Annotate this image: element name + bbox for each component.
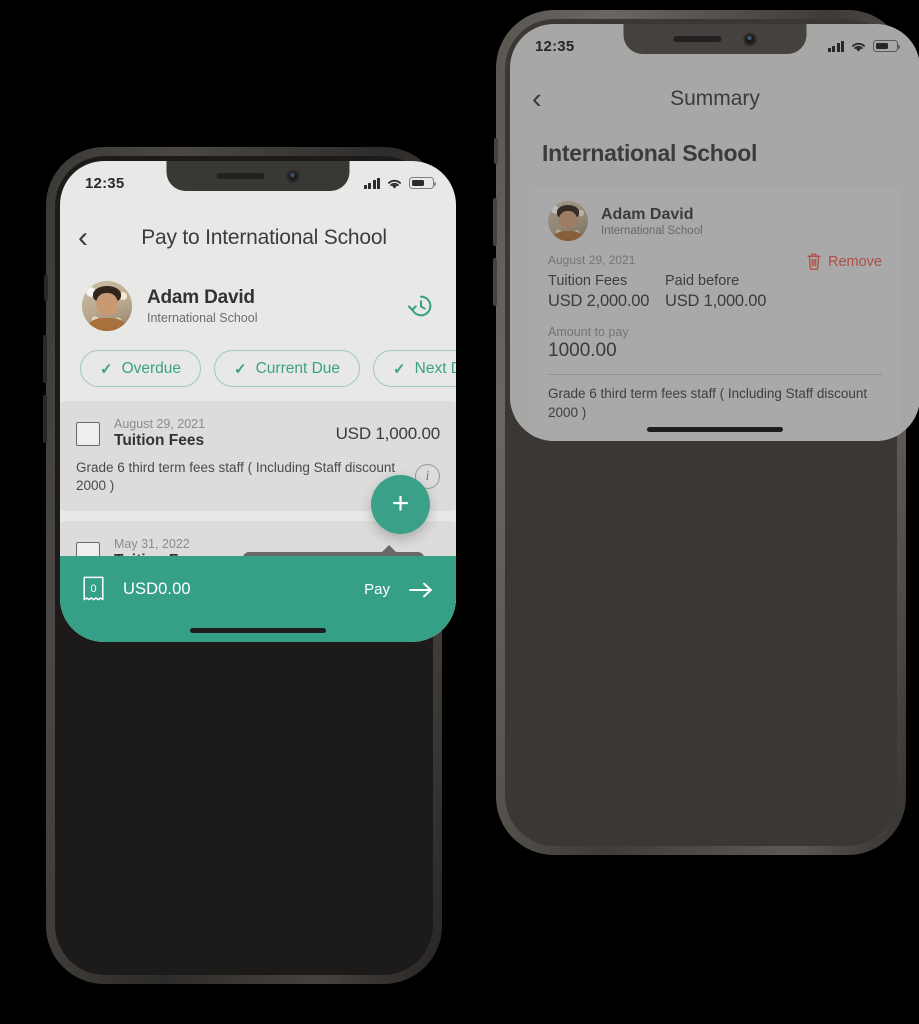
plus-icon: +: [391, 487, 410, 521]
avatar: [548, 201, 588, 241]
phone-right-summary: 12:35 ‹ Summary International School Ada…: [493, 10, 919, 855]
fee-header: August 29, 2021 Tuition Fees USD 1,000.0…: [76, 417, 440, 450]
left-nav-bar: ‹ Pay to International School: [60, 205, 456, 271]
fee-description: Grade 6 third term fees staff ( Includin…: [76, 460, 396, 494]
fee-date: August 29, 2021: [114, 417, 206, 431]
filter-chip-current-due[interactable]: ✓ Current Due: [214, 350, 361, 387]
volume-down-button[interactable]: [493, 258, 497, 306]
wifi-icon: [388, 179, 401, 189]
arrow-right-icon[interactable]: [408, 580, 434, 600]
fee-name: Tuition Fees: [114, 432, 205, 449]
avatar: [82, 281, 132, 331]
volume-up-button[interactable]: [493, 198, 497, 246]
check-icon: ✓: [100, 360, 113, 378]
front-camera-icon: [743, 32, 757, 46]
paid-before-value: USD 1,000.00: [665, 292, 767, 310]
volume-down-button[interactable]: [43, 395, 47, 443]
remove-label: Remove: [828, 253, 882, 270]
cellular-icon: [363, 177, 380, 189]
volume-up-button[interactable]: [43, 335, 47, 383]
student-name: Adam David: [147, 287, 255, 308]
check-icon: ✓: [393, 360, 406, 378]
cellular-icon: [827, 40, 844, 52]
earpiece-speaker-icon: [216, 173, 265, 179]
student-row: Adam David International School: [548, 201, 882, 241]
paid-before-column: Paid before USD 1,000.00: [665, 273, 766, 311]
status-time: 12:35: [85, 174, 125, 192]
fee-description: Grade 6 third term fees staff ( Includin…: [548, 386, 868, 420]
fee-date: May 31, 2022: [114, 537, 190, 552]
summary-amount-columns: Tuition Fees USD 2,000.00 Paid before US…: [548, 273, 882, 311]
fee-date: August 29, 2021: [548, 253, 636, 267]
remove-button[interactable]: Remove: [807, 253, 882, 270]
page-title: Pay to International School: [141, 226, 387, 249]
paid-before-label: Paid before: [665, 273, 740, 289]
check-icon: ✓: [234, 360, 247, 378]
chip-label: Overdue: [121, 359, 182, 377]
home-indicator[interactable]: [647, 426, 783, 432]
divider: [548, 374, 882, 375]
receipt-icon: 0: [83, 576, 104, 601]
pay-label[interactable]: Pay: [364, 581, 390, 598]
home-indicator[interactable]: [190, 627, 326, 633]
phone-left-pay: 12:35 ‹ Pay to International School Adam…: [43, 147, 456, 984]
amount-to-pay-value[interactable]: 1000.00: [548, 340, 882, 362]
back-chevron-icon[interactable]: ‹: [78, 223, 108, 253]
amount-to-pay-label: Amount to pay: [548, 325, 629, 339]
fee-checkbox[interactable]: [76, 421, 100, 446]
phone-right-screen: 12:35 ‹ Summary International School Ada…: [510, 24, 919, 441]
add-fee-button[interactable]: +: [371, 474, 430, 534]
filter-chip-next-due[interactable]: ✓ Next Due: [373, 350, 456, 387]
pay-total-amount: USD0.00: [123, 580, 191, 599]
history-icon[interactable]: [408, 293, 434, 319]
battery-icon: [409, 177, 437, 189]
summary-card: Adam David International School August 2…: [530, 187, 900, 441]
page-title: Summary: [670, 87, 760, 110]
mute-switch[interactable]: [44, 275, 48, 301]
chip-label: Next Due: [414, 359, 456, 377]
status-time: 12:35: [535, 37, 575, 55]
student-name: Adam David: [601, 205, 694, 223]
mute-switch[interactable]: [494, 138, 498, 164]
battery-icon: [873, 40, 901, 52]
student-school: International School: [601, 224, 703, 237]
student-school: International School: [147, 311, 258, 325]
svg-text:0: 0: [90, 583, 96, 595]
notch: [623, 24, 807, 54]
phone-left-screen: 12:35 ‹ Pay to International School Adam…: [60, 161, 456, 642]
summary-date-row: August 29, 2021 Remove: [548, 253, 882, 270]
earpiece-speaker-icon: [673, 36, 722, 42]
school-heading: International School: [542, 140, 758, 166]
trash-icon: [807, 253, 821, 270]
filter-chip-row: ✓ Overdue ✓ Current Due ✓ Next Due: [60, 337, 456, 401]
student-row: Adam David International School: [60, 271, 456, 337]
fee-value: USD 2,000.00: [548, 292, 650, 310]
notch: [166, 161, 350, 191]
status-icons: [827, 40, 901, 53]
back-chevron-icon[interactable]: ‹: [532, 83, 558, 116]
status-icons: [363, 177, 437, 190]
chip-label: Current Due: [255, 359, 341, 377]
filter-chip-overdue[interactable]: ✓ Overdue: [80, 350, 202, 387]
fee-label: Tuition Fees: [548, 273, 628, 289]
fee-column: Tuition Fees USD 2,000.00: [548, 273, 653, 311]
fee-amount: USD 1,000.00: [335, 423, 441, 443]
wifi-icon: [852, 42, 865, 52]
right-nav-bar: ‹ Summary: [510, 68, 919, 130]
front-camera-icon: [286, 169, 300, 183]
